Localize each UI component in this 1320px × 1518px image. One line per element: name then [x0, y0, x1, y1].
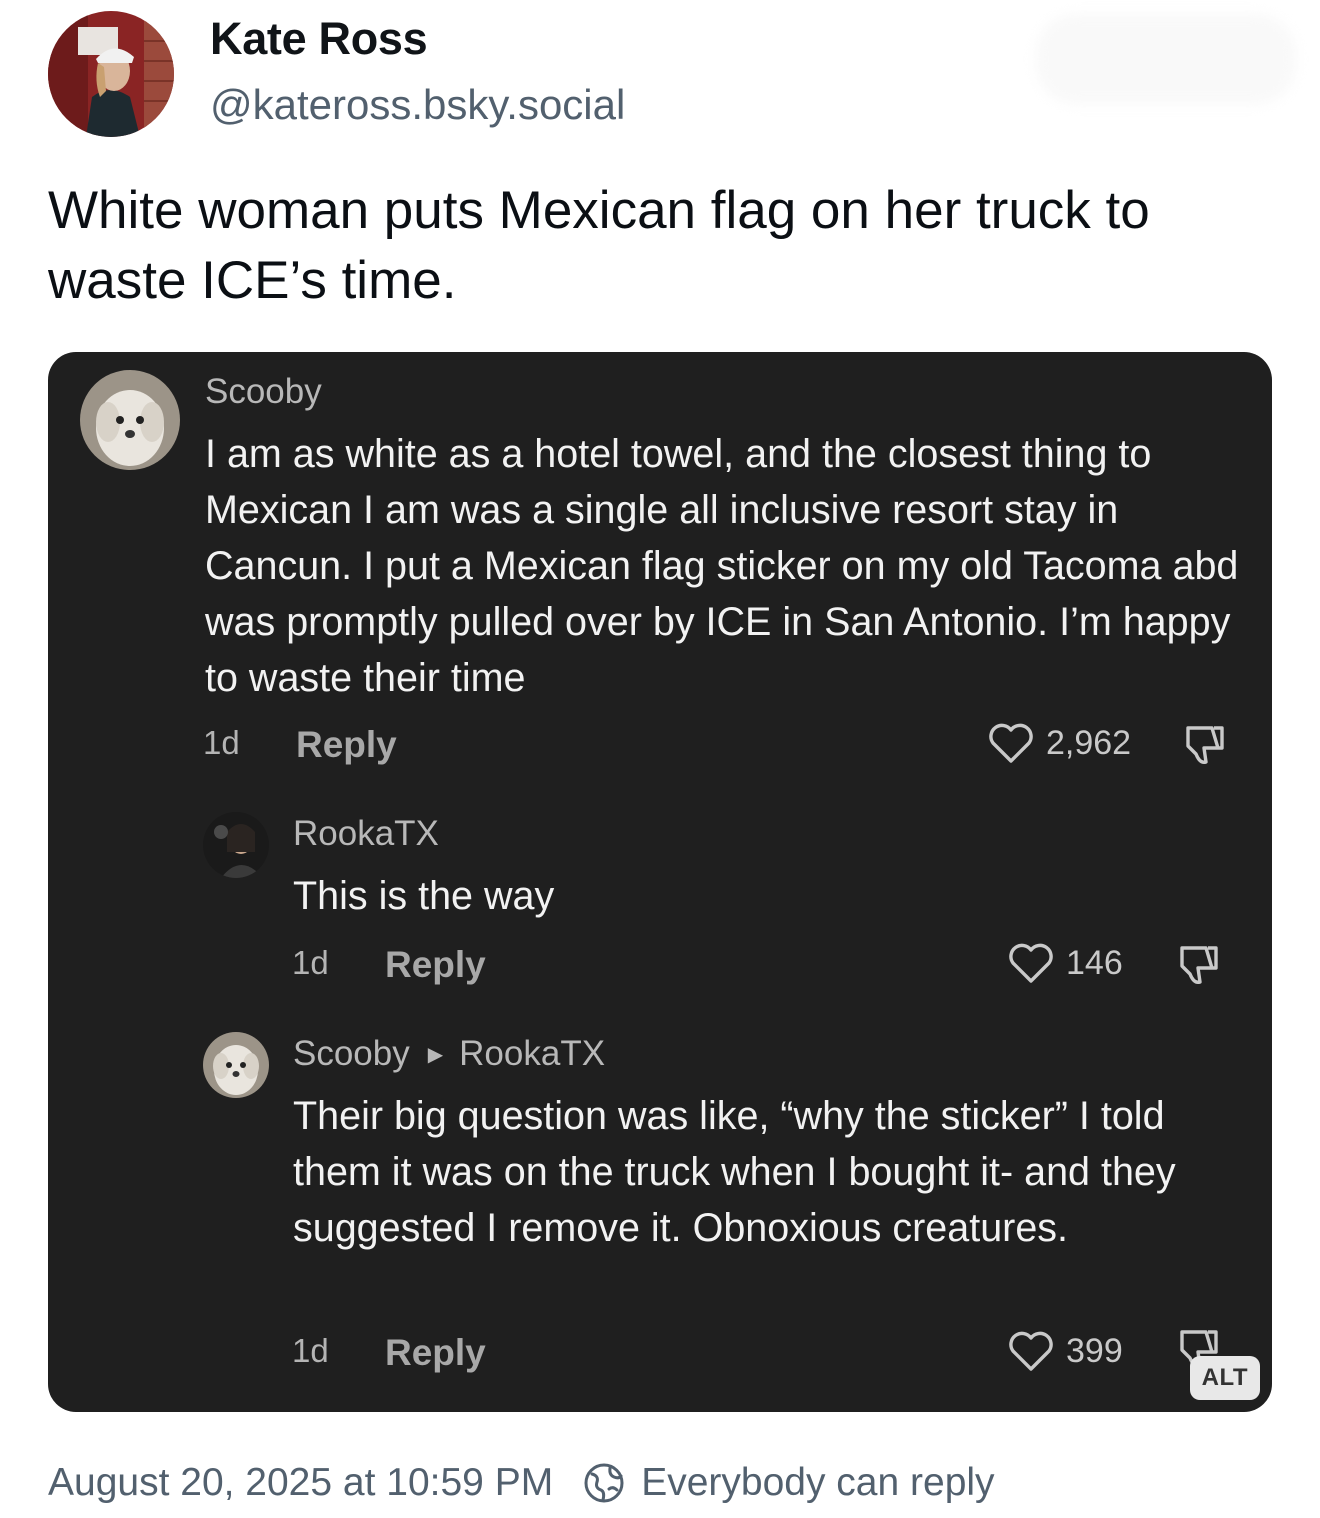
comment-author: Scooby	[205, 372, 322, 411]
comment-text: Their big question was like, “why the st…	[293, 1094, 1176, 1250]
alt-text-badge[interactable]: ALT	[1189, 1356, 1260, 1400]
comment-author: Scooby	[293, 1034, 410, 1073]
post-text: White woman puts Mexican flag on her tru…	[48, 181, 1150, 310]
reply-arrow-icon: ▶	[427, 1043, 444, 1066]
person-avatar-icon	[203, 812, 269, 878]
comment-reply-to: RookaTX	[459, 1034, 606, 1073]
comment-author: RookaTX	[293, 814, 439, 853]
heart-icon	[1009, 1331, 1053, 1371]
comment-time: 1d	[292, 1332, 329, 1369]
comment-like-count: 2,962	[1046, 723, 1132, 762]
dog-avatar-icon	[203, 1032, 269, 1098]
comment-text: This is the way	[293, 874, 555, 918]
author-handle[interactable]: @kateross.bsky.social	[210, 77, 625, 133]
comment-avatar	[80, 370, 180, 470]
comment-reply-button: Reply	[385, 1332, 486, 1373]
comment-likes: 146	[1008, 942, 1123, 984]
comment-author-line: Scooby ▶ RookaTX	[293, 1034, 605, 1074]
comment-likes: 2,962	[988, 722, 1131, 764]
comment-time: 1d	[203, 724, 240, 761]
comment-like-count: 146	[1066, 943, 1123, 982]
dislike-icon	[1180, 946, 1218, 985]
dislike-icon	[1186, 726, 1224, 765]
comment-time: 1d	[292, 944, 329, 981]
post-footer: August 20, 2025 at 10:59 PM Everybody ca…	[48, 1452, 995, 1514]
comment-text: I am as white as a hotel towel, and the …	[205, 432, 1239, 700]
comment-reply-button: Reply	[385, 944, 486, 985]
comment-likes: 399	[1008, 1330, 1123, 1372]
reply-setting[interactable]: Everybody can reply	[583, 1461, 995, 1505]
globe-icon	[584, 1463, 624, 1503]
post-header: Kate Ross @kateross.bsky.social	[48, 10, 625, 138]
comment-avatar	[203, 1032, 269, 1098]
embedded-image[interactable]: Scooby I am as white as a hotel towel, a…	[48, 352, 1272, 1412]
author-avatar[interactable]	[48, 11, 174, 137]
profile-photo-avatar	[48, 11, 174, 137]
author-display-name[interactable]: Kate Ross	[210, 9, 625, 69]
heart-icon	[989, 723, 1033, 763]
comment-reply-button: Reply	[296, 724, 397, 765]
reply-setting-label: Everybody can reply	[641, 1461, 995, 1504]
blurred-overlay	[1036, 14, 1296, 104]
post-timestamp: August 20, 2025 at 10:59 PM	[48, 1461, 554, 1504]
dog-avatar-icon	[80, 370, 180, 470]
comment-avatar	[203, 812, 269, 878]
heart-icon	[1009, 943, 1053, 983]
comment-like-count: 399	[1066, 1331, 1123, 1370]
